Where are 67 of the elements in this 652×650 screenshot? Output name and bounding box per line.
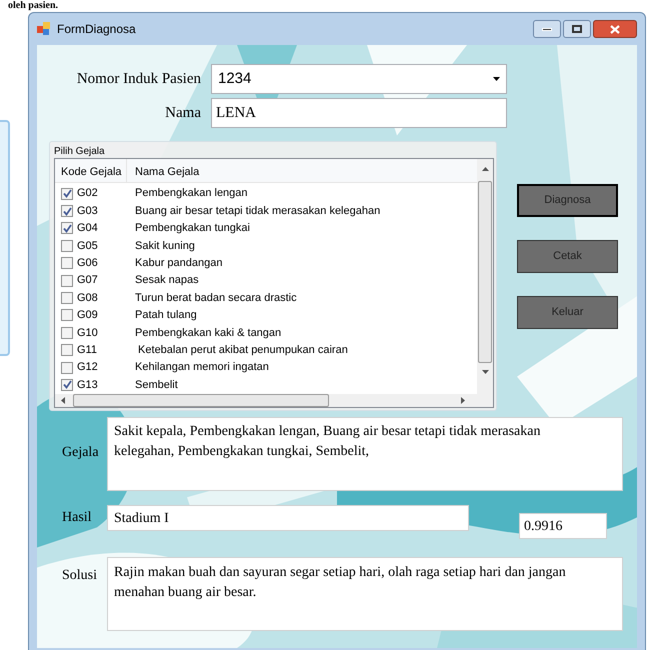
field-label: Hasil xyxy=(61,509,93,527)
dropdown-arrow-icon xyxy=(493,77,500,81)
check-icon xyxy=(62,380,72,390)
symptom-name: Pembengkakan tungkai xyxy=(134,221,250,236)
scrollbar-thumb[interactable] xyxy=(478,181,492,363)
name-field[interactable]: LENA xyxy=(211,98,507,128)
checkbox[interactable] xyxy=(61,205,73,218)
symptom-name: Sesak napas xyxy=(134,273,199,288)
symptom-name: Ketebalan perut akibat penumpukan cairan xyxy=(137,342,348,358)
column-header[interactable]: Nama Gejala xyxy=(127,159,477,182)
field-label: Gejala xyxy=(61,444,100,462)
horizontal-scrollbar[interactable] xyxy=(55,394,493,407)
symptom-code: G11 xyxy=(77,342,98,358)
scroll-right-icon xyxy=(461,396,465,404)
symptom-code: G09 xyxy=(77,308,99,324)
groupbox-title: Pilih Gejala xyxy=(54,145,106,158)
checkbox[interactable] xyxy=(61,292,73,304)
symptom-code: G10 xyxy=(77,326,99,341)
symptom-name: Sakit kuning xyxy=(134,238,195,254)
symptom-code: G13 xyxy=(77,378,99,393)
window-title: FormDiagnosa xyxy=(57,21,136,38)
symptom-name: Turun berat badan secara drastic xyxy=(134,290,297,306)
symptom-name: Pembengkakan kaki & tangan xyxy=(134,326,282,341)
checkbox[interactable] xyxy=(61,274,73,287)
form-icon xyxy=(37,22,51,36)
vertical-scrollbar[interactable] xyxy=(477,159,493,394)
minimize-button[interactable] xyxy=(533,20,561,38)
score-field[interactable]: 0.9916 xyxy=(519,513,607,539)
solution-textarea[interactable]: Rajin makan buah dan sayuran segar setiap hari, olah raga setiap hari dan jangan menahan buang air besar. xyxy=(107,557,623,631)
document-text: oleh pasien. xyxy=(8,0,58,11)
close-button[interactable] xyxy=(593,20,637,38)
symptom-code: G12 xyxy=(77,360,99,376)
scroll-left-icon xyxy=(61,396,65,404)
result-field[interactable]: Stadium I xyxy=(107,505,469,531)
symptom-code: G04 xyxy=(77,221,99,236)
symptom-code: G03 xyxy=(77,204,99,219)
field-label: Nomor Induk Pasien xyxy=(76,70,201,89)
symptom-code: G07 xyxy=(77,273,99,288)
checkbox[interactable] xyxy=(61,309,73,322)
scroll-up-icon xyxy=(482,167,488,171)
symptom-name: Kehilangan memori ingatan xyxy=(134,360,269,376)
checkbox[interactable] xyxy=(61,326,73,339)
symptom-code: G08 xyxy=(77,290,99,306)
checkbox[interactable] xyxy=(61,257,73,270)
symptom-code: G02 xyxy=(77,186,99,202)
column-header[interactable]: Kode Gejala xyxy=(55,159,127,182)
checkbox[interactable] xyxy=(61,188,73,200)
symptom-name: Kabur pandangan xyxy=(134,256,222,271)
checkbox[interactable] xyxy=(61,378,73,391)
checkbox[interactable] xyxy=(61,344,73,356)
checkbox[interactable] xyxy=(61,362,73,374)
scroll-down-icon xyxy=(482,370,488,374)
symptoms-textarea[interactable]: Sakit kepala, Pembengkakan lengan, Buang air besar tetapi tidak merasakan kelegahan, Pembengkakan tungkai, Sembelit, xyxy=(107,417,623,491)
symptom-code: G05 xyxy=(77,238,99,254)
checkbox[interactable] xyxy=(61,240,73,252)
symptom-name: Patah tulang xyxy=(134,308,197,324)
checkbox[interactable] xyxy=(61,222,73,234)
symptom-name: Sembelit xyxy=(134,378,178,393)
patient-id-combobox[interactable]: 1234 xyxy=(211,64,507,94)
scrollbar-thumb[interactable] xyxy=(73,394,329,407)
symptom-code: G06 xyxy=(77,256,99,271)
field-label: Nama xyxy=(164,104,201,123)
symptom-name: Buang air besar tetapi tidak merasakan kelegahan xyxy=(134,204,380,219)
maximize-button[interactable] xyxy=(563,20,591,38)
close-icon xyxy=(610,24,620,34)
field-label: Solusi xyxy=(61,567,98,585)
symptom-name: Pembengkakan lengan xyxy=(134,186,248,202)
